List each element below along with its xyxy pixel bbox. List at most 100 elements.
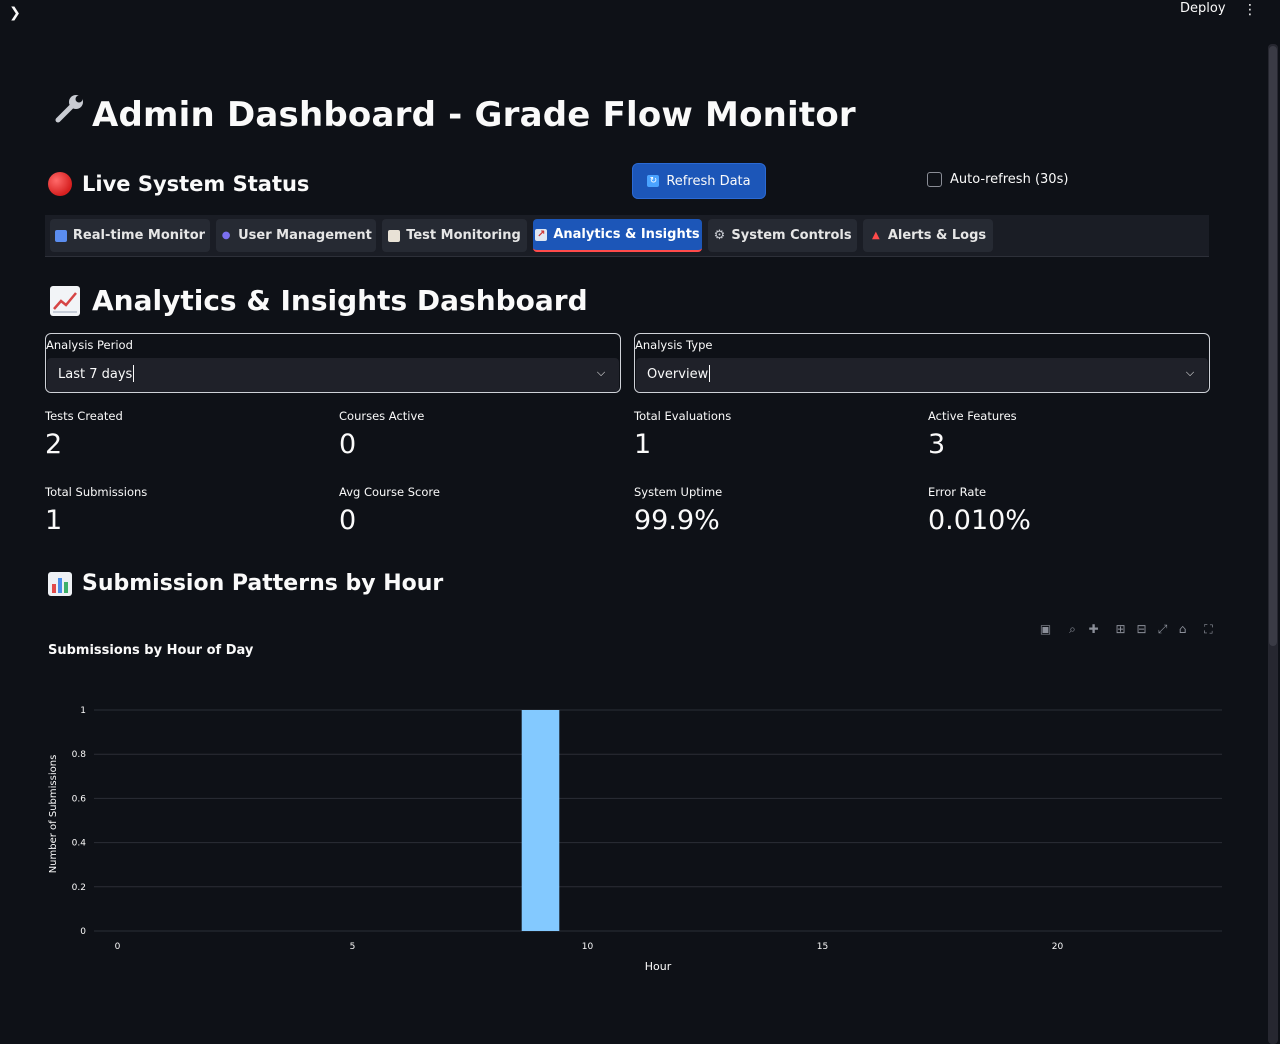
bar [521,710,560,931]
y-tick-label: 1 [80,706,86,716]
metric-label: Tests Created [45,409,123,423]
tab-system-controls[interactable]: ⚙ System Controls [708,219,857,252]
zoom-icon[interactable]: ⌕ [1065,622,1080,637]
metric-total-evaluations: Total Evaluations 1 [634,409,914,460]
metric-tests-created: Tests Created 2 [45,409,325,460]
tab-label: Analytics & Insights [553,227,700,242]
x-tick-label: 15 [817,942,828,952]
metric-value: 2 [45,429,63,460]
metric-active-features: Active Features 3 [928,409,1208,460]
analysis-type-label: Analysis Type [635,338,713,352]
metric-value: 0 [339,429,357,460]
metric-courses-active: Courses Active 0 [339,409,619,460]
analytics-heading: Analytics & Insights Dashboard [50,284,588,317]
analysis-period-dropdown[interactable]: Last 7 days ⌵ [47,358,619,392]
metric-label: Total Submissions [45,485,148,499]
kebab-icon[interactable]: ⋮ [1243,2,1257,20]
y-tick-label: 0.2 [72,883,86,893]
camera-icon[interactable]: ▣ [1038,622,1053,637]
chevron-right-icon[interactable]: ❯ [6,4,24,22]
page-title-text: Admin Dashboard - Grade Flow Monitor [92,95,856,135]
x-tick-label: 20 [1052,942,1064,952]
red-circle-icon [48,172,72,196]
bar-chart-icon [54,229,67,242]
home-icon[interactable]: ⌂ [1175,622,1190,637]
text-caret [709,364,711,382]
tab-bar: Real-time Monitor ● User Management Test… [45,215,1209,257]
clipboard-icon [388,229,401,242]
analysis-type-value: Overview [647,364,711,382]
chart-up-icon [50,285,80,316]
page-title: Admin Dashboard - Grade Flow Monitor [52,92,856,135]
checkbox-icon[interactable] [927,172,942,187]
tab-real-time-monitor[interactable]: Real-time Monitor [50,219,210,252]
tab-label: User Management [238,228,372,243]
y-axis-label: Number of Submissions [48,755,59,874]
refresh-icon: ↻ [647,175,660,187]
pan-icon[interactable]: ✚ [1086,622,1101,637]
auto-refresh-checkbox[interactable]: Auto-refresh (30s) [927,172,1068,187]
analysis-type-dropdown[interactable]: Overview ⌵ [636,358,1208,392]
wrench-icon [52,92,92,135]
metric-value: 3 [928,429,946,460]
metric-system-uptime: System Uptime 99.9% [634,485,914,536]
tab-label: Alerts & Logs [887,228,987,243]
y-tick-label: 0 [80,927,86,937]
analysis-period-value-text: Last 7 days [58,367,133,382]
tab-label: Test Monitoring [406,228,521,243]
chevron-down-icon[interactable]: ⌵ [1184,366,1196,379]
metric-label: System Uptime [634,485,723,499]
zoom-in-icon[interactable]: ⊞ [1113,622,1128,637]
submissions-chart[interactable]: 0 0.2 0.4 0.6 0.8 1 0 5 10 15 20 Hour Number of S… [0,690,1240,990]
metric-label: Total Evaluations [634,409,732,423]
analysis-period-select: Analysis Period Last 7 days ⌵ [45,333,621,393]
fullscreen-icon[interactable]: ⛶ [1201,622,1216,637]
metric-value: 1 [634,429,652,460]
metric-label: Avg Course Score [339,485,440,499]
x-tick-label: 0 [115,942,121,952]
analysis-type-value-text: Overview [647,367,709,382]
metric-value: 1 [45,505,63,536]
refresh-data-button[interactable]: ↻ Refresh Data [632,163,766,199]
y-tick-label: 0.4 [72,839,87,849]
analysis-type-select: Analysis Type Overview ⌵ [634,333,1210,393]
tab-alerts-logs[interactable]: ▲ Alerts & Logs [863,219,993,252]
text-caret [133,364,135,382]
y-tick-label: 0.8 [72,750,87,760]
metric-total-submissions: Total Submissions 1 [45,485,325,536]
metric-avg-course-score: Avg Course Score 0 [339,485,619,536]
live-status-text: Live System Status [82,172,310,196]
tab-user-management[interactable]: ● User Management [216,219,376,252]
metric-error-rate: Error Rate 0.010% [928,485,1208,536]
metric-value: 99.9% [634,505,720,536]
metric-value: 0 [339,505,357,536]
chevron-down-icon[interactable]: ⌵ [595,366,607,379]
y-tick-label: 0.6 [72,794,87,804]
x-tick-label: 10 [582,942,594,952]
analytics-heading-text: Analytics & Insights Dashboard [92,284,588,317]
metric-value: 0.010% [928,505,1031,536]
gear-icon: ⚙ [713,227,726,243]
deploy-button[interactable]: Deploy [1180,1,1226,19]
bar-chart-icon [48,571,72,596]
live-status-heading: Live System Status [48,172,309,196]
metric-label: Active Features [928,409,1017,423]
zoom-out-icon[interactable]: ⊟ [1134,622,1149,637]
analysis-period-value: Last 7 days [58,364,135,382]
scrollbar-thumb[interactable] [1269,46,1277,646]
metric-label: Error Rate [928,485,987,499]
refresh-data-label: Refresh Data [666,173,751,189]
chart-title: Submissions by Hour of Day [48,643,254,658]
auto-refresh-label: Auto-refresh (30s) [950,172,1069,187]
x-axis-label: Hour [645,960,672,973]
tab-label: Real-time Monitor [72,228,206,243]
tab-analytics-insights[interactable]: ↗ Analytics & Insights [533,219,702,252]
siren-icon: ▲ [871,229,880,241]
chart-up-icon: ↗ [535,228,548,241]
patterns-heading: Submission Patterns by Hour [48,571,443,596]
autoscale-icon[interactable]: ⤢ [1155,622,1170,637]
analysis-period-label: Analysis Period [46,338,133,352]
tab-label: System Controls [731,228,852,243]
tab-test-monitoring[interactable]: Test Monitoring [382,219,527,252]
patterns-heading-text: Submission Patterns by Hour [82,571,444,596]
